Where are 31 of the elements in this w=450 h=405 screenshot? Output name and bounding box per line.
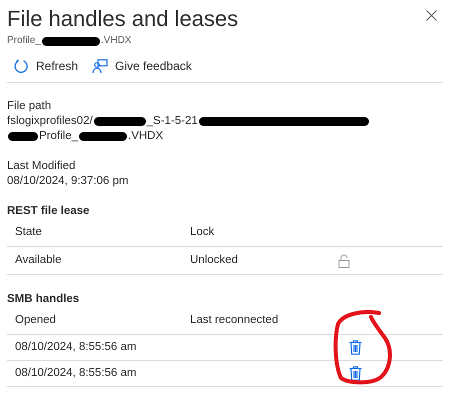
table-cell-text: 08/10/2024, 8:55:56 am bbox=[14, 340, 138, 355]
table-cell-text: Unlocked bbox=[190, 252, 239, 268]
refresh-icon bbox=[14, 58, 29, 74]
column-header: State bbox=[14, 224, 43, 240]
field-label: Last Modified bbox=[7, 159, 76, 174]
feedback-icon bbox=[92, 58, 108, 74]
section-heading: SMB handles bbox=[6, 292, 80, 307]
panel-title: File handles and leases bbox=[7, 5, 238, 33]
refresh-button[interactable]: Refresh bbox=[14, 57, 78, 75]
path-text: fslogixprofiles02/ bbox=[7, 114, 93, 129]
trash-icon[interactable] bbox=[349, 340, 362, 355]
field-label: File path bbox=[7, 99, 52, 114]
close-icon[interactable] bbox=[426, 10, 437, 21]
section-heading: REST file lease bbox=[6, 204, 90, 219]
path-text: _S-1-5-21 bbox=[146, 114, 198, 129]
redaction-mark bbox=[42, 36, 100, 46]
redaction-mark bbox=[94, 117, 146, 126]
column-header: Last reconnected bbox=[190, 312, 278, 328]
path-text: .VHDX bbox=[100, 34, 132, 48]
column-header: Opened bbox=[14, 312, 57, 328]
trash-icon[interactable] bbox=[349, 366, 362, 381]
redaction-mark bbox=[8, 132, 38, 141]
column-header: Lock bbox=[190, 224, 214, 240]
path-text: Profile_ bbox=[7, 34, 41, 48]
path-text: .VHDX bbox=[128, 129, 164, 144]
field-value: 08/10/2024, 9:37:06 pm bbox=[7, 174, 130, 189]
table-cell-text: Available bbox=[14, 252, 62, 268]
redaction-mark bbox=[79, 132, 127, 141]
table-cell-text: 08/10/2024, 8:55:56 am bbox=[14, 366, 138, 381]
path-text: Profile_ bbox=[39, 129, 78, 144]
feedback-button[interactable]: Give feedback bbox=[92, 57, 192, 75]
